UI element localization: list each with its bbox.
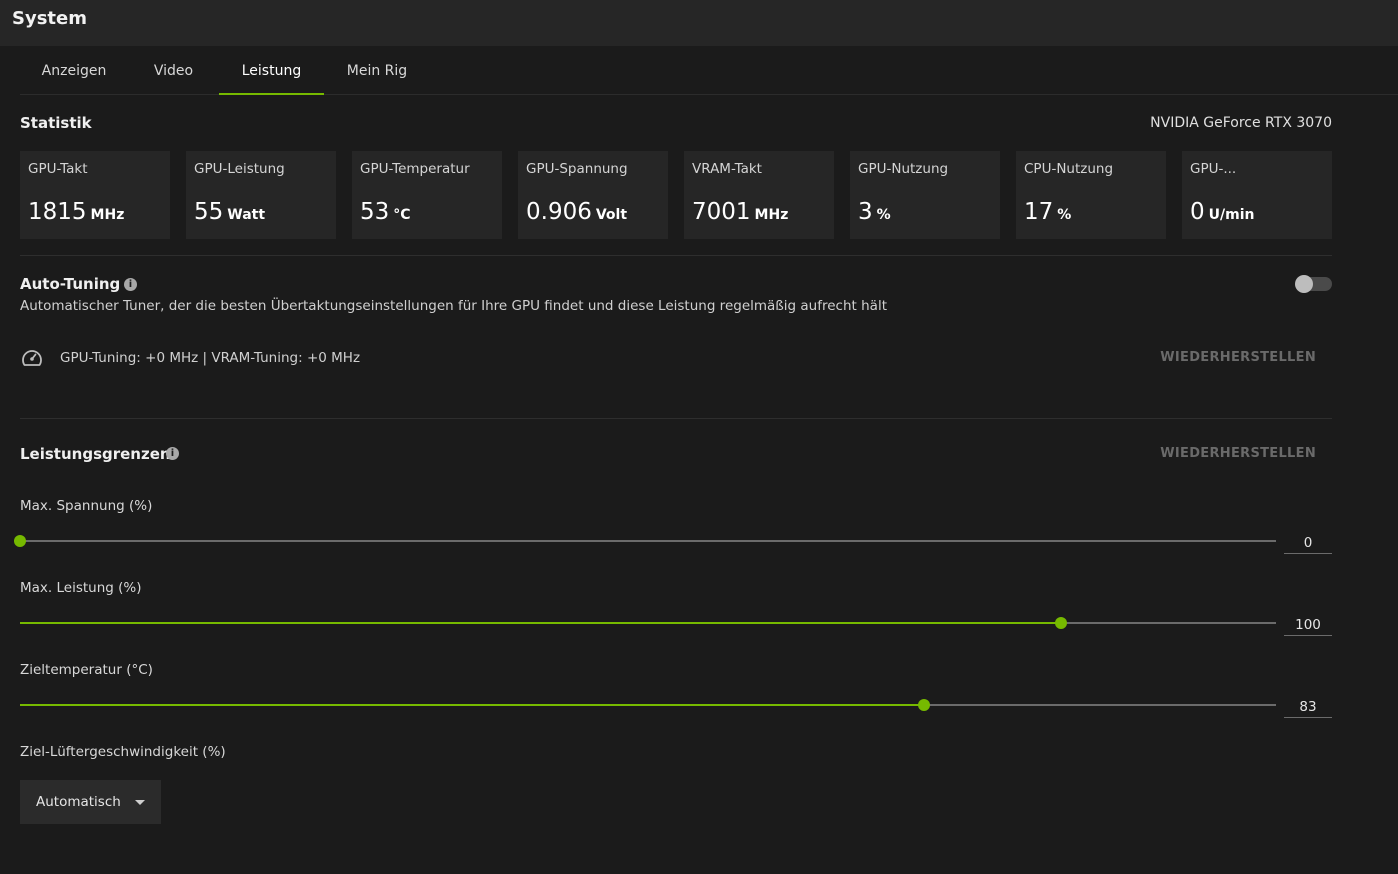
speedometer-icon: [22, 350, 42, 366]
stat-value-row: 55 Watt: [194, 199, 265, 225]
stat-label: GPU-Spannung: [526, 161, 628, 177]
target-temperature-slider[interactable]: [20, 699, 1276, 711]
stat-card-gpu-usage: GPU-Nutzung 3%: [850, 151, 1000, 239]
auto-tuning-toggle[interactable]: [1295, 275, 1332, 293]
max-power-input[interactable]: 100: [1284, 613, 1332, 636]
stat-unit: %: [876, 207, 891, 223]
stat-unit: %: [1057, 207, 1072, 223]
tab-anzeigen[interactable]: Anzeigen: [20, 47, 128, 94]
stat-value-row: 0 U/min: [1190, 199, 1254, 225]
stat-label: CPU-Nutzung: [1024, 161, 1114, 177]
stat-label: GPU-Takt: [28, 161, 88, 177]
stat-label: GPU-Temperatur: [360, 161, 470, 177]
divider: [20, 255, 1332, 256]
stat-card-gpu-power: GPU-Leistung 55 Watt: [186, 151, 336, 239]
target-temperature-input[interactable]: 83: [1284, 695, 1332, 718]
stat-value: 17: [1024, 199, 1054, 225]
target-temperature-label: Zieltemperatur (°C): [20, 662, 153, 678]
stat-value-row: 17%: [1024, 199, 1071, 225]
stat-unit: MHz: [90, 207, 125, 223]
stats-title: Statistik: [20, 114, 92, 132]
stat-label: GPU-Leistung: [194, 161, 285, 177]
max-power-label: Max. Leistung (%): [20, 580, 142, 596]
stat-value-row: 3%: [858, 199, 891, 225]
divider: [20, 418, 1332, 419]
tab-video[interactable]: Video: [128, 47, 219, 94]
limits-title: Leistungsgrenzen: [20, 445, 171, 463]
stat-value: 7001: [692, 199, 751, 225]
title-bar: System: [0, 0, 1398, 46]
stat-unit: U/min: [1208, 207, 1255, 223]
slider-thumb[interactable]: [1055, 617, 1068, 629]
slider-thumb[interactable]: [918, 699, 931, 711]
stat-value: 1815: [28, 199, 87, 225]
slider-fill: [20, 704, 925, 706]
fan-speed-label: Ziel-Lüftergeschwindigkeit (%): [20, 744, 226, 760]
stat-value: 0: [1190, 199, 1205, 225]
tuning-status: GPU-Tuning: +0 MHz | VRAM-Tuning: +0 MHz: [60, 350, 361, 366]
info-icon[interactable]: i: [166, 447, 179, 460]
stat-label: VRAM-Takt: [692, 161, 762, 177]
max-voltage-label: Max. Spannung (%): [20, 498, 153, 514]
stat-card-gpu-fan: GPU-... 0 U/min: [1182, 151, 1332, 239]
toggle-knob: [1295, 275, 1313, 293]
gpu-name: NVIDIA GeForce RTX 3070: [1150, 115, 1332, 131]
stat-value: 55: [194, 199, 224, 225]
stat-label: GPU-...: [1190, 161, 1237, 177]
stat-value: 0.906: [526, 199, 592, 225]
stat-card-gpu-clock: GPU-Takt 1815 MHz: [20, 151, 170, 239]
max-power-slider[interactable]: [20, 617, 1276, 629]
auto-tuning-restore-button[interactable]: WIEDERHERSTELLEN: [1160, 350, 1316, 365]
auto-tuning-description: Automatischer Tuner, der die besten Über…: [20, 298, 887, 314]
stat-value: 3: [858, 199, 873, 225]
info-icon[interactable]: i: [124, 278, 137, 291]
stat-card-gpu-temperature: GPU-Temperatur 53 °C: [352, 151, 502, 239]
stat-value-row: 53 °C: [360, 199, 411, 225]
tab-mein-rig[interactable]: Mein Rig: [324, 47, 430, 94]
stat-value: 53: [360, 199, 390, 225]
tab-leistung[interactable]: Leistung: [219, 47, 324, 95]
stat-unit: Watt: [227, 207, 266, 223]
stat-value-row: 7001 MHz: [692, 199, 788, 225]
stat-card-vram-clock: VRAM-Takt 7001 MHz: [684, 151, 834, 239]
max-voltage-input[interactable]: 0: [1284, 531, 1332, 554]
limits-restore-button[interactable]: WIEDERHERSTELLEN: [1160, 446, 1316, 461]
slider-fill: [20, 622, 1062, 624]
window-title: System: [12, 8, 87, 29]
stat-card-gpu-voltage: GPU-Spannung 0.906 Volt: [518, 151, 668, 239]
stat-unit: MHz: [754, 207, 789, 223]
chevron-down-icon: [135, 800, 145, 805]
stat-value-row: 1815 MHz: [28, 199, 124, 225]
stat-card-cpu-usage: CPU-Nutzung 17%: [1016, 151, 1166, 239]
stat-unit: Volt: [595, 207, 628, 223]
stat-value-row: 0.906 Volt: [526, 199, 627, 225]
stat-label: GPU-Nutzung: [858, 161, 949, 177]
max-voltage-slider[interactable]: [14, 535, 1276, 547]
stat-unit: °C: [393, 207, 411, 223]
fan-speed-dropdown[interactable]: Automatisch: [20, 780, 161, 824]
tab-bar: Anzeigen Video Leistung Mein Rig: [20, 47, 1398, 95]
auto-tuning-title: Auto-Tuning: [20, 275, 121, 293]
slider-thumb[interactable]: [14, 535, 26, 547]
fan-speed-selected: Automatisch: [36, 794, 121, 810]
